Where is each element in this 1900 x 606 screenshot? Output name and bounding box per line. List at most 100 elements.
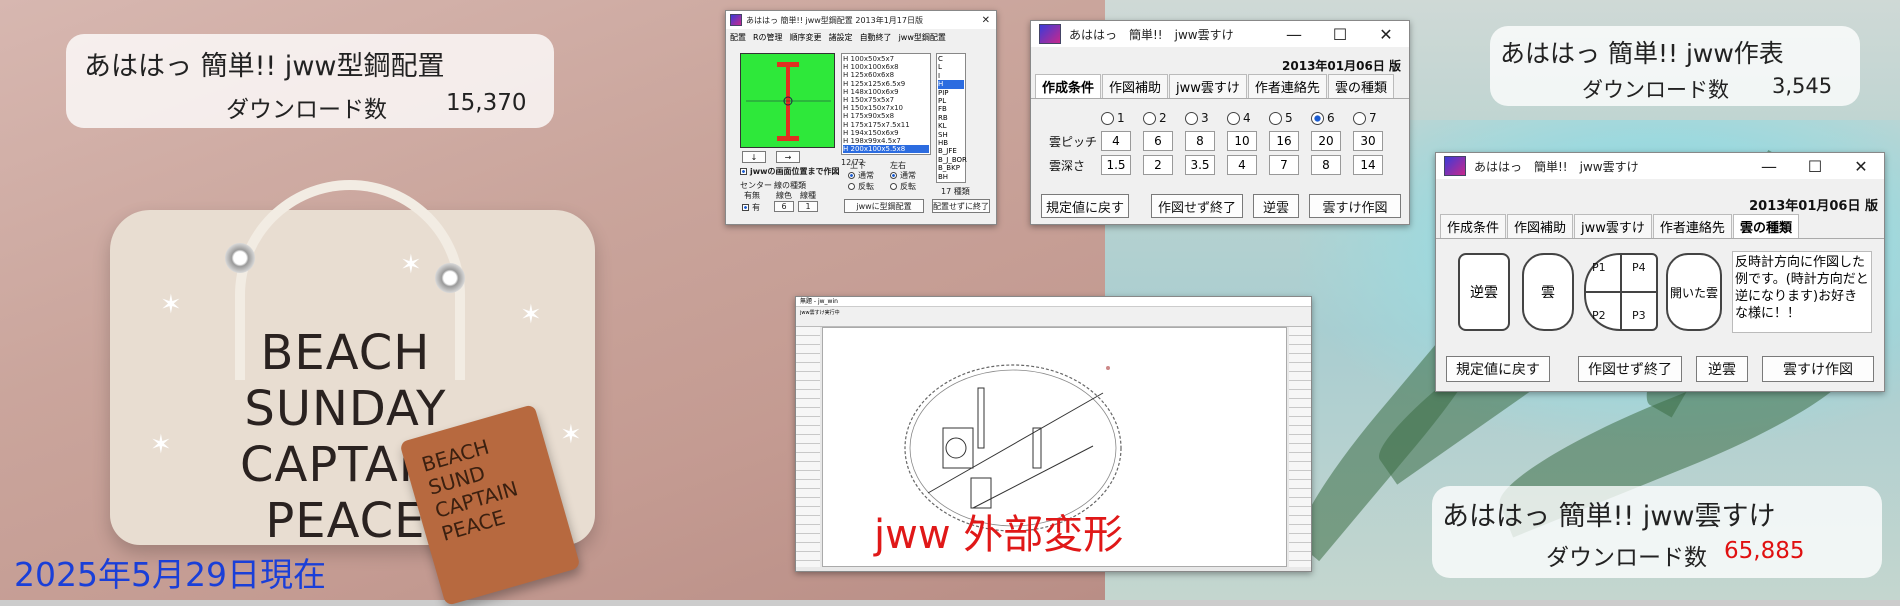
type-list-item[interactable]: I (938, 72, 964, 80)
type-list-item[interactable]: B_J_BOR (938, 156, 967, 164)
maximize-icon[interactable]: ☐ (1317, 25, 1363, 44)
size-list-item[interactable]: H 150x75x5x7 (843, 96, 929, 104)
size-list-item[interactable]: H 100x100x6x8 (843, 63, 929, 71)
depth-input[interactable]: 3.5 (1185, 155, 1215, 175)
type-list-item[interactable]: PL (938, 97, 964, 105)
pitch-input[interactable]: 8 (1185, 131, 1215, 151)
size-list-item[interactable]: H 100x50x5x7 (843, 55, 929, 63)
right-tool-palette[interactable] (1289, 327, 1311, 567)
tab-author-contact[interactable]: 作者連絡先 (1247, 74, 1327, 98)
draw-cloud-button[interactable]: 雲すけ作図 (1762, 356, 1874, 382)
quit-without-drawing-button[interactable]: 作図せず終了 (1578, 356, 1682, 382)
size-list-item[interactable]: H 148x100x6x9 (843, 88, 929, 96)
maximize-icon[interactable]: ☐ (1792, 157, 1838, 176)
type-list-item[interactable]: BH (938, 173, 964, 181)
pitch-input[interactable]: 6 (1143, 131, 1173, 151)
type-list-item[interactable]: PIP (938, 89, 964, 97)
type-list-item[interactable]: H (938, 80, 964, 89)
depth-input[interactable]: 1.5 (1101, 155, 1131, 175)
tab-conditions[interactable]: 作成条件 (1440, 214, 1507, 238)
type-list-item[interactable]: FB (938, 105, 964, 113)
line-select[interactable]: 1 (798, 201, 818, 212)
place-steel-button[interactable]: jwwに型鋼配置 (844, 199, 924, 213)
tab-drawing-aid[interactable]: 作図補助 (1507, 214, 1574, 238)
tab[interactable]: 諸設定 (829, 32, 853, 43)
type-list-item[interactable]: SH (938, 131, 964, 139)
minimize-icon[interactable]: — (1746, 157, 1792, 176)
reset-defaults-button[interactable]: 規定値に戻す (1446, 356, 1550, 382)
tab-jww-cloud[interactable]: jww雲すけ (1574, 214, 1652, 238)
checkbox-label: 有 (752, 203, 760, 212)
type-list-item[interactable]: KL (938, 122, 964, 130)
tab-cloud-types[interactable]: 雲の種類 (1327, 74, 1394, 98)
tab[interactable]: 順序変更 (790, 32, 822, 43)
download-count: 65,885 (1724, 538, 1805, 564)
tab[interactable]: jww型鋼配置 (899, 32, 946, 43)
size-radio-1[interactable]: 1 (1101, 111, 1125, 125)
updown-normal-radio[interactable]: 通常 (848, 171, 874, 180)
tab-drawing-aid[interactable]: 作図補助 (1102, 74, 1169, 98)
draw-cloud-button[interactable]: 雲すけ作図 (1309, 194, 1401, 218)
quit-without-placing-button[interactable]: 配置せずに終了 (932, 199, 990, 213)
type-list-item[interactable]: C (938, 55, 964, 63)
size-list-item[interactable]: H 194x150x6x9 (843, 129, 929, 137)
type-list-item[interactable]: HB (938, 139, 964, 147)
tab-cloud-types[interactable]: 雲の種類 (1732, 214, 1799, 238)
size-radio-4[interactable]: 4 (1227, 111, 1251, 125)
size-radio-6[interactable]: 6 (1311, 111, 1335, 125)
depth-input[interactable]: 14 (1353, 155, 1383, 175)
size-radio-5[interactable]: 5 (1269, 111, 1293, 125)
updown-reverse-radio[interactable]: 反転 (848, 182, 874, 191)
size-radio-3[interactable]: 3 (1185, 111, 1209, 125)
tab[interactable]: Rの管理 (753, 32, 783, 43)
size-radio-2[interactable]: 2 (1143, 111, 1167, 125)
depth-input[interactable]: 7 (1269, 155, 1299, 175)
size-list-item[interactable]: H 175x175x7.5x11 (843, 121, 929, 129)
type-list-item[interactable]: RB (938, 114, 964, 122)
size-list-item[interactable]: H 198x99x4.5x7 (843, 137, 929, 145)
tab[interactable]: 配置 (730, 32, 746, 43)
tab-author-contact[interactable]: 作者連絡先 (1652, 214, 1732, 238)
depth-input[interactable]: 8 (1311, 155, 1341, 175)
radio-label: 3 (1201, 111, 1209, 125)
type-list-item[interactable]: B_BKP (938, 164, 964, 172)
size-radio-7[interactable]: 7 (1353, 111, 1377, 125)
pitch-input[interactable]: 20 (1311, 131, 1341, 151)
left-tool-palette[interactable] (796, 327, 820, 567)
pitch-input[interactable]: 30 (1353, 131, 1383, 151)
minimize-icon[interactable]: — (1271, 25, 1317, 44)
size-list[interactable]: H 100x50x5x7 H 100x100x6x8 H 125x60x6x8 H 1… (841, 53, 931, 155)
reverse-cloud-button[interactable]: 逆雲 (1253, 194, 1299, 218)
close-icon[interactable]: ✕ (1838, 157, 1884, 176)
center-on-checkbox[interactable]: 有 (742, 203, 760, 212)
close-icon[interactable]: ✕ (1363, 25, 1409, 44)
reset-defaults-button[interactable]: 規定値に戻す (1041, 194, 1129, 218)
lr-normal-radio[interactable]: 通常 (890, 171, 916, 180)
tab[interactable]: 自動終了 (860, 32, 892, 43)
depth-input[interactable]: 2 (1143, 155, 1173, 175)
type-list[interactable]: C L I H PIP PL FB RB KL SH HB B_JFE B_J_BOR B_BKP BH (936, 53, 967, 183)
size-list-item[interactable]: H 200x100x5.5x8 (843, 145, 929, 154)
type-list-item[interactable]: B_JFE (938, 147, 964, 155)
pitch-input[interactable]: 4 (1101, 131, 1131, 151)
pitch-input[interactable]: 10 (1227, 131, 1257, 151)
size-list-item[interactable]: H 175x90x5x8 (843, 112, 929, 120)
size-list-item[interactable]: H 125x60x6x8 (843, 71, 929, 79)
tab-jww-cloud[interactable]: jww雲すけ (1169, 74, 1247, 98)
tab-conditions[interactable]: 作成条件 (1035, 74, 1102, 98)
down-arrow-button[interactable]: ↓ (742, 151, 766, 163)
type-list-item[interactable]: L (938, 63, 964, 71)
size-list-item[interactable]: H 125x125x6.5x9 (843, 80, 929, 88)
color-select[interactable]: 6 (774, 201, 794, 212)
close-icon[interactable]: ✕ (982, 15, 990, 26)
reverse-cloud-button[interactable]: 逆雲 (1696, 356, 1748, 382)
quit-without-drawing-button[interactable]: 作図せず終了 (1151, 194, 1243, 218)
lr-reverse-radio[interactable]: 反転 (890, 182, 916, 191)
draw-at-screen-checkbox[interactable]: jwwの画面位置まで作図 (740, 167, 840, 176)
version-label: 2013年01月06日 版 (1749, 199, 1878, 214)
size-list-item[interactable]: H 150x150x7x10 (843, 104, 929, 112)
download-count: 3,545 (1772, 74, 1833, 98)
depth-input[interactable]: 4 (1227, 155, 1257, 175)
pitch-input[interactable]: 16 (1269, 131, 1299, 151)
right-arrow-button[interactable]: → (776, 151, 800, 163)
